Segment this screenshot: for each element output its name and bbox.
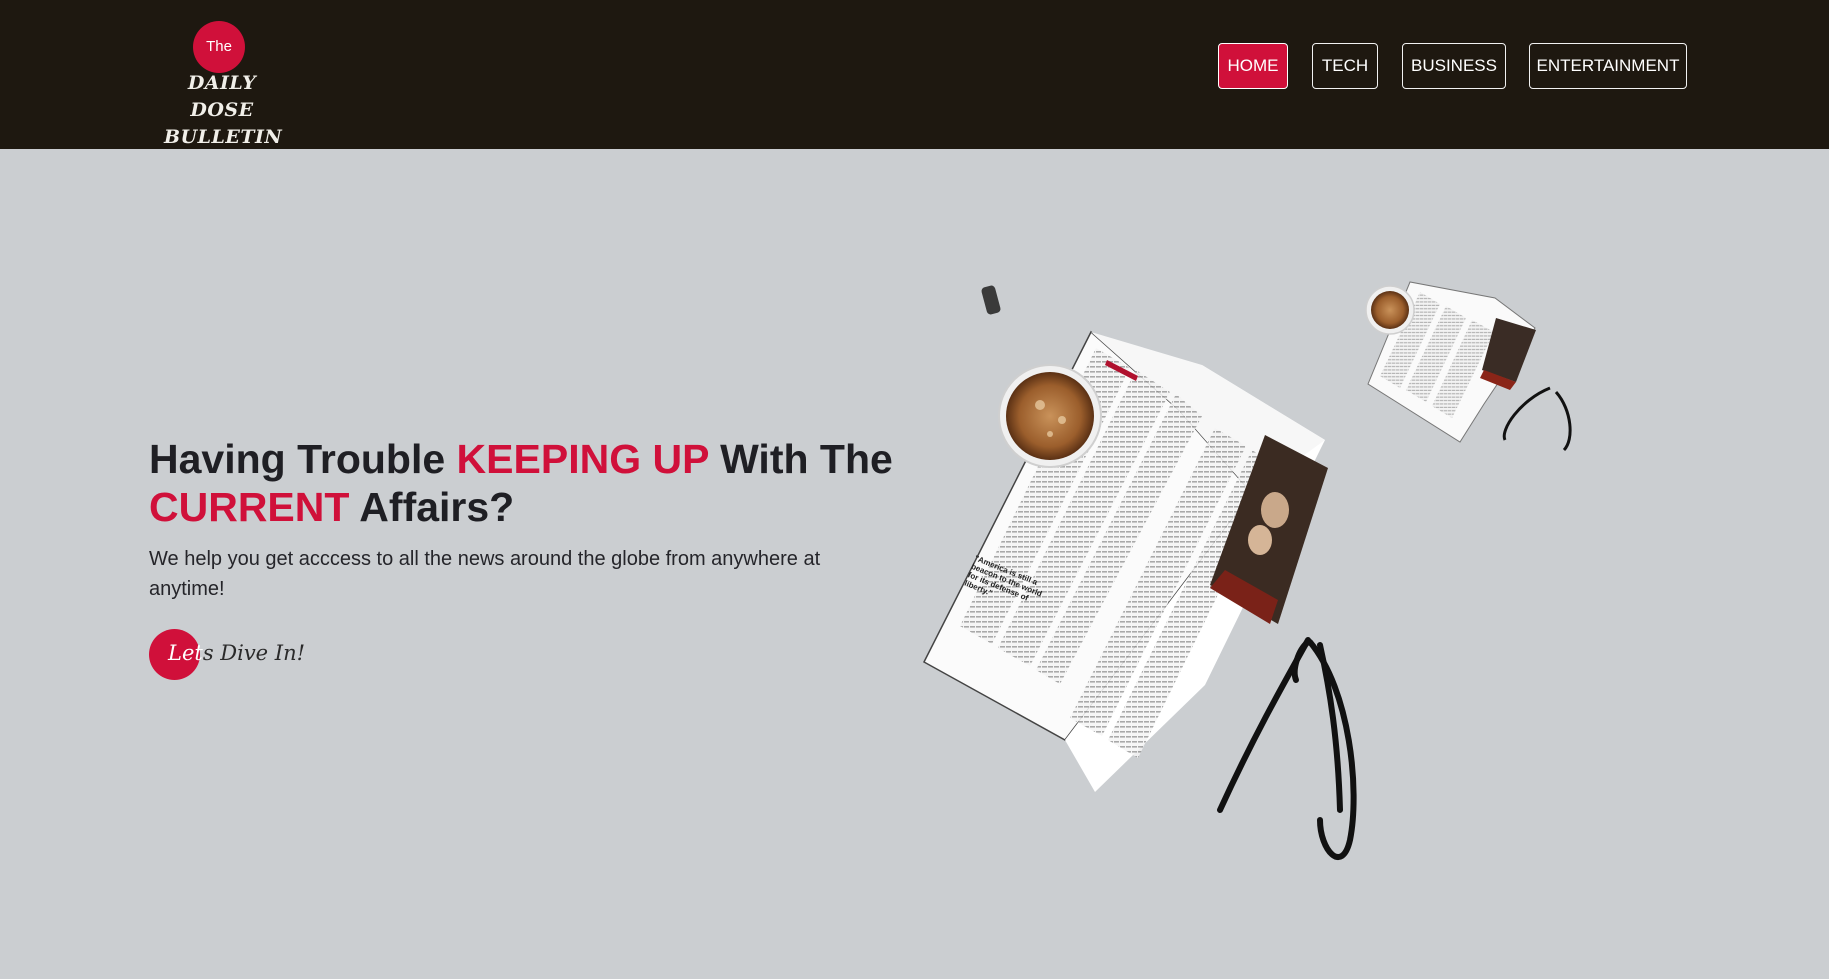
coffee-cup-large xyxy=(981,285,1102,468)
magazine-small xyxy=(1365,281,1572,452)
dive-in-button[interactable]: Lets Dive In! xyxy=(149,629,329,681)
hero-illustration: "America is still a beacon to the world … xyxy=(923,281,1572,860)
hero-title-accent-1: KEEPING UP xyxy=(456,436,709,482)
logo-badge: The xyxy=(196,24,242,70)
logo-wordmark: DAILY DOSE BULLETIN xyxy=(164,70,283,151)
hero-title-part-3: Affairs? xyxy=(349,484,515,530)
nav-home-button[interactable]: HOME xyxy=(1218,43,1288,89)
glasses-large xyxy=(1217,637,1357,860)
logo-line-2: BULLETIN xyxy=(164,126,283,148)
site-logo[interactable]: The DAILY DOSE BULLETIN xyxy=(164,24,284,148)
hero-subtitle: We help you get acccess to all the news … xyxy=(149,548,821,600)
nav-tech-button[interactable]: TECH xyxy=(1312,43,1378,89)
cta-label-rest: s Dive In! xyxy=(202,641,306,665)
hero-title-accent-2: CURRENT xyxy=(149,484,350,530)
logo-line-1: DAILY DOSE xyxy=(187,72,257,121)
cta-label-first: Let xyxy=(168,641,203,665)
hero-title-part-1: Having Trouble xyxy=(149,436,457,482)
nav-entertainment-button[interactable]: ENTERTAINMENT xyxy=(1529,43,1687,89)
cta-label: Lets Dive In! xyxy=(168,641,305,665)
site-header: The DAILY DOSE BULLETIN HOME TECH BUSINE… xyxy=(0,0,1829,149)
hero-title: Having Trouble KEEPING UP With The CURRE… xyxy=(149,435,909,531)
nav-business-button[interactable]: BUSINESS xyxy=(1402,43,1506,89)
hero-title-part-2: With The xyxy=(708,436,893,482)
